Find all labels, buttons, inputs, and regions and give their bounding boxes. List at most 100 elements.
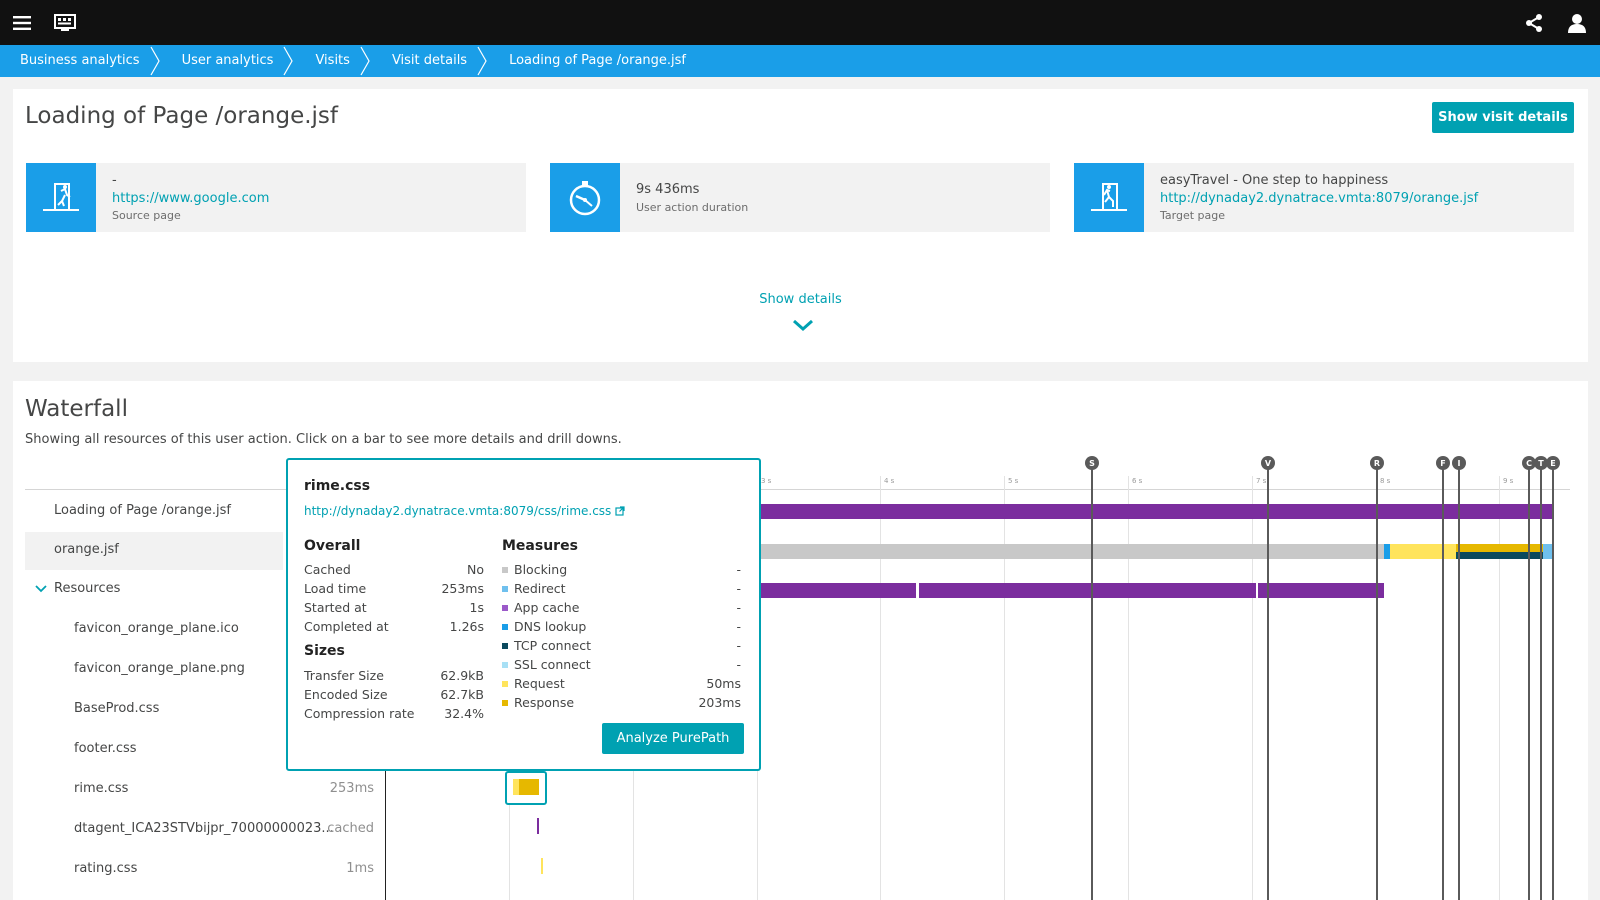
grid-line xyxy=(1004,476,1005,900)
grid-line xyxy=(1252,476,1253,900)
overall-value: 253ms xyxy=(441,581,484,596)
resources-bar[interactable] xyxy=(919,583,1256,598)
redirect-swatch xyxy=(502,586,508,592)
overall-key: Completed at xyxy=(304,619,389,634)
user-icon[interactable] xyxy=(1564,10,1590,36)
breadcrumb-label: Visit details xyxy=(391,53,468,68)
user-action-duration-caption: User action duration xyxy=(636,201,749,214)
measure-value: 50ms xyxy=(706,676,741,691)
waterfall-panel: Waterfall Showing all resources of this … xyxy=(13,381,1588,900)
measures-heading: Measures xyxy=(502,538,578,554)
overall-heading: Overall xyxy=(304,538,361,554)
size-value: 62.7kB xyxy=(440,687,484,702)
measure-value: - xyxy=(736,600,741,615)
resource-url-link[interactable]: http://dynaday2.dynatrace.vmta:8079/css/… xyxy=(304,504,625,518)
waterfall-chart: 3 s 4 s 5 s 6 s 7 s 8 s 9 s Loading of P… xyxy=(13,381,1588,900)
target-page-tile: easyTravel - One step to happiness http:… xyxy=(1074,163,1574,232)
breadcrumb-business-analytics[interactable]: Business analytics xyxy=(0,45,162,77)
user-action-duration-value: 9s 436ms xyxy=(636,182,700,197)
breadcrumb-current-page: Loading of Page /orange.jsf xyxy=(489,45,708,77)
breadcrumb-user-analytics[interactable]: User analytics xyxy=(162,45,296,77)
measure-value: - xyxy=(736,657,741,672)
chevron-right-icon xyxy=(360,46,370,76)
app-cache-swatch xyxy=(502,605,508,611)
duration-tile: 9s 436ms User action duration xyxy=(550,163,1050,232)
source-value: - xyxy=(112,173,117,188)
overall-key: Cached xyxy=(304,562,351,577)
size-value: 62.9kB xyxy=(440,668,484,683)
stopwatch-icon xyxy=(550,163,620,232)
external-link-icon xyxy=(615,506,625,516)
row-value: cached xyxy=(327,821,374,836)
row-label-resource[interactable]: favicon_orange_plane.ico xyxy=(74,621,239,636)
rating-css-bar[interactable] xyxy=(541,858,543,874)
marker-r[interactable]: R xyxy=(1370,456,1384,470)
breadcrumb: Business analytics User analytics Visits… xyxy=(0,45,1600,77)
exit-door-icon xyxy=(26,163,96,232)
row-label-resource[interactable]: rime.css xyxy=(74,781,128,796)
share-icon[interactable] xyxy=(1521,10,1547,36)
row-label-resource[interactable]: favicon_orange_plane.png xyxy=(74,661,245,676)
analyze-purepath-button[interactable]: Analyze PurePath xyxy=(602,723,744,754)
tick-label: 6 s xyxy=(1132,477,1143,485)
breadcrumb-label: User analytics xyxy=(181,53,274,68)
row-value: 253ms xyxy=(329,781,374,796)
page-title: Loading of Page /orange.jsf xyxy=(25,103,339,129)
target-page-caption: Target page xyxy=(1160,209,1226,222)
row-label-resources[interactable]: Resources xyxy=(54,581,120,596)
target-page-link[interactable]: http://dynaday2.dynatrace.vmta:8079/oran… xyxy=(1160,191,1478,206)
target-page-title: easyTravel - One step to happiness xyxy=(1160,173,1389,188)
orange-jsf-blocking-bar[interactable] xyxy=(757,544,1384,559)
grid-line xyxy=(1128,476,1129,900)
tick-label: 8 s xyxy=(1380,477,1391,485)
breadcrumb-label: Visits xyxy=(315,53,350,68)
measure-value: - xyxy=(736,562,741,577)
hamburger-menu-icon[interactable] xyxy=(9,10,35,36)
overall-key: Started at xyxy=(304,600,367,615)
dtagent-bar[interactable] xyxy=(537,818,539,834)
chevron-right-icon xyxy=(283,46,294,76)
row-value: 1ms xyxy=(346,861,374,876)
page-load-bar[interactable] xyxy=(757,504,1554,519)
overall-value: No xyxy=(467,562,484,577)
row-label-page-load[interactable]: Loading of Page /orange.jsf xyxy=(54,503,231,518)
measure-key: Response xyxy=(514,695,575,710)
breadcrumb-label: Business analytics xyxy=(20,53,140,68)
source-page-caption: Source page xyxy=(112,209,181,222)
resources-bar[interactable] xyxy=(757,583,916,598)
chevron-down-icon[interactable] xyxy=(791,317,815,333)
row-label-resource[interactable]: BaseProd.css xyxy=(74,701,159,716)
resource-url-text: http://dynaday2.dynatrace.vmta:8079/css/… xyxy=(304,504,612,518)
marker-v[interactable]: V xyxy=(1261,456,1275,470)
marker-s[interactable]: S xyxy=(1085,456,1099,470)
request-swatch xyxy=(502,681,508,687)
marker-f[interactable]: F xyxy=(1436,456,1450,470)
size-key: Compression rate xyxy=(304,706,415,721)
show-visit-details-button[interactable]: Show visit details xyxy=(1432,102,1574,133)
marker-i[interactable]: I xyxy=(1452,456,1466,470)
enter-door-icon xyxy=(1074,163,1144,232)
measure-key: TCP connect xyxy=(514,638,591,653)
measure-value: - xyxy=(736,638,741,653)
measure-value: - xyxy=(736,581,741,596)
row-label-resource[interactable]: rating.css xyxy=(74,861,137,876)
chevron-down-icon[interactable] xyxy=(35,585,47,593)
breadcrumb-visits[interactable]: Visits xyxy=(295,45,371,77)
breadcrumb-visit-details[interactable]: Visit details xyxy=(372,45,489,77)
measure-key: Redirect xyxy=(514,581,566,596)
row-label-resource[interactable]: footer.css xyxy=(74,741,137,756)
marker-line xyxy=(1267,469,1269,900)
marker-line xyxy=(1540,469,1542,900)
show-details-link[interactable]: Show details xyxy=(13,292,1588,307)
marker-e[interactable]: E xyxy=(1546,456,1560,470)
size-key: Encoded Size xyxy=(304,687,388,702)
rime-css-response-bar[interactable] xyxy=(519,779,539,795)
sizes-heading: Sizes xyxy=(304,643,345,659)
header-divider xyxy=(25,489,1570,490)
source-page-link[interactable]: https://www.google.com xyxy=(112,191,269,206)
orange-jsf-request-bar[interactable] xyxy=(1390,544,1456,559)
resources-bar[interactable] xyxy=(1258,583,1384,598)
ssl-connect-swatch xyxy=(502,662,508,668)
row-label-orange-jsf[interactable]: orange.jsf xyxy=(54,542,119,557)
monitor-icon[interactable] xyxy=(52,10,78,36)
